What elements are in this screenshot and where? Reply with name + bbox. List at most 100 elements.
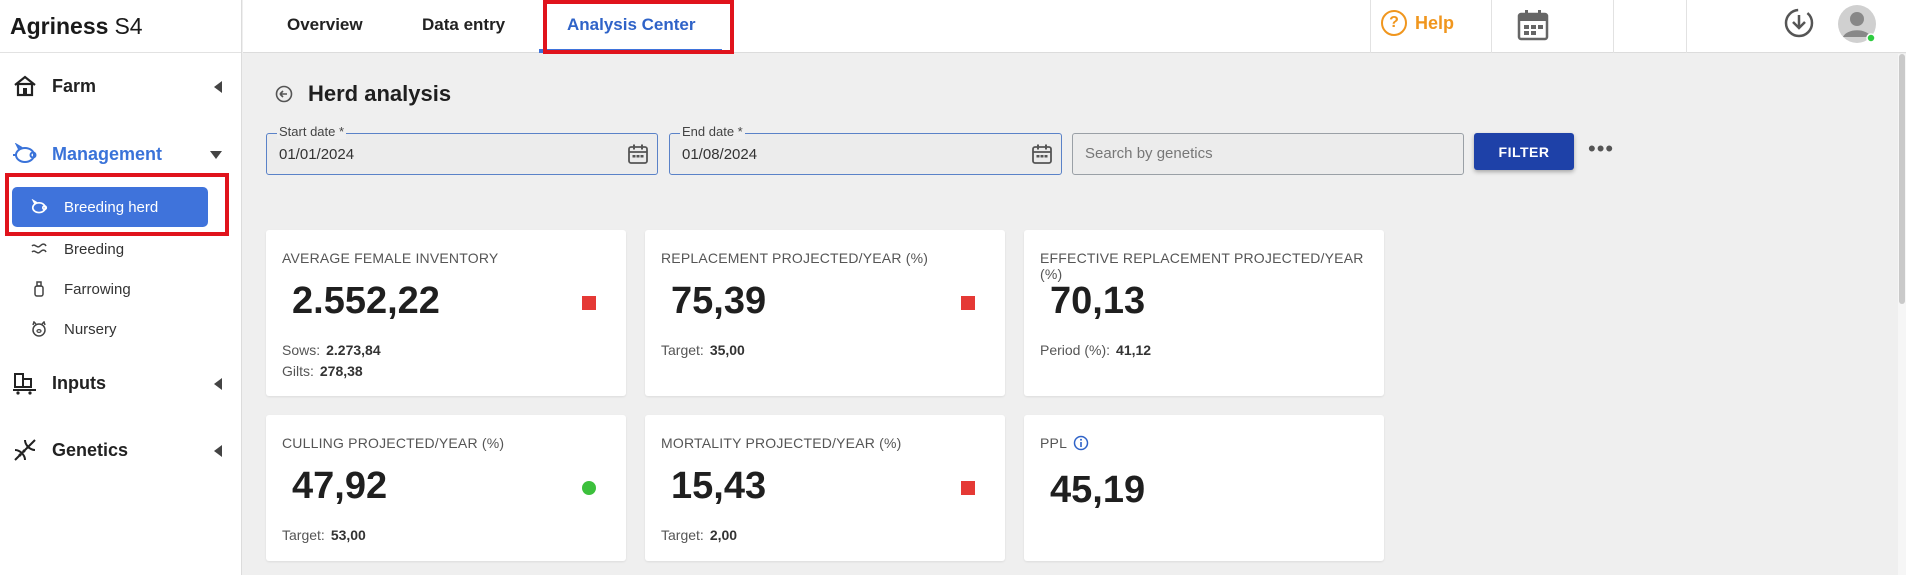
end-date-label: End date * — [680, 124, 745, 139]
kpi-sub-label: Target: — [661, 527, 704, 543]
kpi-sub-label: Period (%): — [1040, 342, 1111, 358]
start-date-value: 01/01/2024 — [279, 146, 355, 163]
tab-analysis-center[interactable]: Analysis Center — [567, 0, 696, 50]
sidebar-item-nursery[interactable]: Nursery — [30, 311, 117, 347]
kpi-sub: Target: 53,00 — [282, 527, 366, 543]
end-date-value: 01/08/2024 — [682, 146, 758, 163]
status-indicator-red — [961, 296, 975, 310]
pig-icon — [30, 198, 48, 216]
kpi-sub-value: 35,00 — [709, 342, 745, 358]
calendar-icon[interactable] — [627, 143, 649, 165]
start-date-label: Start date * — [277, 124, 347, 139]
chevron-left-icon — [214, 378, 222, 390]
kpi-sub: Sows: 2.273,84 — [282, 342, 381, 358]
kpi-card-replacement[interactable]: REPLACEMENT PROJECTED/YEAR (%) 75,39 Tar… — [645, 230, 1005, 396]
page-title-text: Herd analysis — [308, 81, 452, 106]
more-options-icon[interactable]: ••• — [1588, 136, 1614, 162]
status-indicator-red — [582, 296, 596, 310]
kpi-label: REPLACEMENT PROJECTED/YEAR (%) — [661, 250, 929, 266]
tab-data-entry[interactable]: Data entry — [422, 0, 505, 50]
calendar-icon[interactable] — [1031, 143, 1053, 165]
start-date-field[interactable]: Start date * 01/01/2024 — [266, 125, 658, 175]
kpi-sub-value: 2,00 — [709, 527, 738, 543]
app: Agriness S4 Farm Management Breeding her… — [0, 0, 1906, 575]
kpi-label: MORTALITY PROJECTED/YEAR (%) — [661, 435, 902, 451]
sidebar-item-breeding-herd[interactable]: Breeding herd — [12, 187, 208, 227]
kpi-sub-value: 2.273,84 — [326, 342, 381, 358]
kpi-value: 75,39 — [671, 280, 767, 322]
divider — [1491, 0, 1492, 53]
kpi-card-ppl[interactable]: PPL 45,19 — [1024, 415, 1384, 561]
filter-button[interactable]: FILTER — [1474, 133, 1574, 170]
kpi-value: 15,43 — [671, 465, 767, 507]
dna-icon — [12, 437, 38, 463]
sidebar-section-management[interactable]: Management — [0, 134, 242, 174]
brand-version: S4 — [114, 12, 143, 39]
sidebar-item-label: Nursery — [64, 320, 117, 338]
kpi-label: EFFECTIVE REPLACEMENT PROJECTED/YEAR (%) — [1040, 250, 1364, 282]
kpi-card-mortality[interactable]: MORTALITY PROJECTED/YEAR (%) 15,43 Targe… — [645, 415, 1005, 561]
kpi-value: 45,19 — [1050, 469, 1146, 511]
divider — [1686, 0, 1687, 53]
kpi-label: AVERAGE FEMALE INVENTORY — [282, 250, 499, 266]
active-tab-indicator — [539, 49, 722, 53]
sidebar-section-genetics[interactable]: Genetics — [0, 430, 242, 470]
kpi-card-culling[interactable]: CULLING PROJECTED/YEAR (%) 47,92 Target:… — [266, 415, 626, 561]
kpi-sub-label: Sows: — [282, 342, 321, 358]
kpi-sub: Target: 35,00 — [661, 342, 745, 358]
sidebar-item-label: Farrowing — [64, 280, 131, 298]
brand-name: Agriness — [10, 12, 109, 39]
kpi-sub-label: Target: — [661, 342, 704, 358]
end-date-field[interactable]: End date * 01/08/2024 — [669, 125, 1062, 175]
cart-icon — [12, 370, 38, 396]
sidebar-section-inputs[interactable]: Inputs — [0, 363, 242, 403]
breeding-icon — [30, 240, 48, 258]
search-placeholder: Search by genetics — [1085, 145, 1213, 162]
kpi-label-row: PPL — [1040, 435, 1089, 451]
page-title: Herd analysis — [274, 81, 451, 107]
pig-icon — [12, 141, 38, 167]
brand-logo[interactable]: Agriness S4 — [0, 0, 241, 53]
sidebar-section-label: Inputs — [52, 372, 106, 393]
chevron-left-icon — [214, 445, 222, 457]
kpi-label: CULLING PROJECTED/YEAR (%) — [282, 435, 505, 451]
calendar-icon[interactable] — [1516, 8, 1550, 47]
chevron-left-icon — [214, 81, 222, 93]
question-icon: ? — [1381, 10, 1407, 36]
kpi-sub: Period (%): 41,12 — [1040, 342, 1151, 358]
avatar[interactable] — [1837, 4, 1877, 49]
main-content: Herd analysis Start date * 01/01/2024 En… — [243, 54, 1906, 575]
info-icon[interactable] — [1073, 435, 1089, 451]
kpi-value: 2.552,22 — [292, 280, 440, 322]
kpi-value: 70,13 — [1050, 280, 1146, 322]
help-label: Help — [1415, 12, 1455, 33]
sidebar-item-label: Breeding — [64, 240, 125, 258]
kpi-label: PPL — [1040, 435, 1068, 451]
scrollbar[interactable] — [1898, 54, 1906, 575]
sidebar-item-farrowing[interactable]: Farrowing — [30, 271, 131, 307]
scrollbar-thumb[interactable] — [1899, 54, 1905, 304]
download-icon[interactable] — [1783, 7, 1815, 44]
house-icon — [12, 73, 38, 99]
chevron-down-icon — [210, 151, 222, 159]
sidebar-section-label: Management — [52, 143, 163, 164]
sidebar-section-farm[interactable]: Farm — [0, 66, 242, 106]
sidebar-section-label: Farm — [52, 75, 97, 96]
sidebar-item-label: Breeding herd — [64, 198, 159, 216]
kpi-sub-value: 41,12 — [1116, 342, 1152, 358]
kpi-sub: Gilts: 278,38 — [282, 363, 363, 379]
piglet-icon — [30, 320, 48, 338]
kpi-card-effective-replacement[interactable]: EFFECTIVE REPLACEMENT PROJECTED/YEAR (%)… — [1024, 230, 1384, 396]
top-bar: Overview Data entry Analysis Center ? He… — [243, 0, 1906, 54]
help-button[interactable]: ? Help — [1381, 10, 1454, 36]
kpi-card-average-female-inventory[interactable]: AVERAGE FEMALE INVENTORY 2.552,22 Sows: 2… — [266, 230, 626, 396]
history-back-icon[interactable] — [274, 84, 294, 104]
kpi-sub-label: Target: — [282, 527, 325, 543]
search-genetics-input[interactable]: Search by genetics — [1072, 133, 1464, 175]
kpi-sub: Target: 2,00 — [661, 527, 737, 543]
tab-overview[interactable]: Overview — [287, 0, 363, 50]
kpi-value: 47,92 — [292, 465, 388, 507]
kpi-sub-label: Gilts: — [282, 363, 314, 379]
kpi-sub-value: 278,38 — [319, 363, 363, 379]
sidebar-item-breeding[interactable]: Breeding — [30, 231, 124, 267]
